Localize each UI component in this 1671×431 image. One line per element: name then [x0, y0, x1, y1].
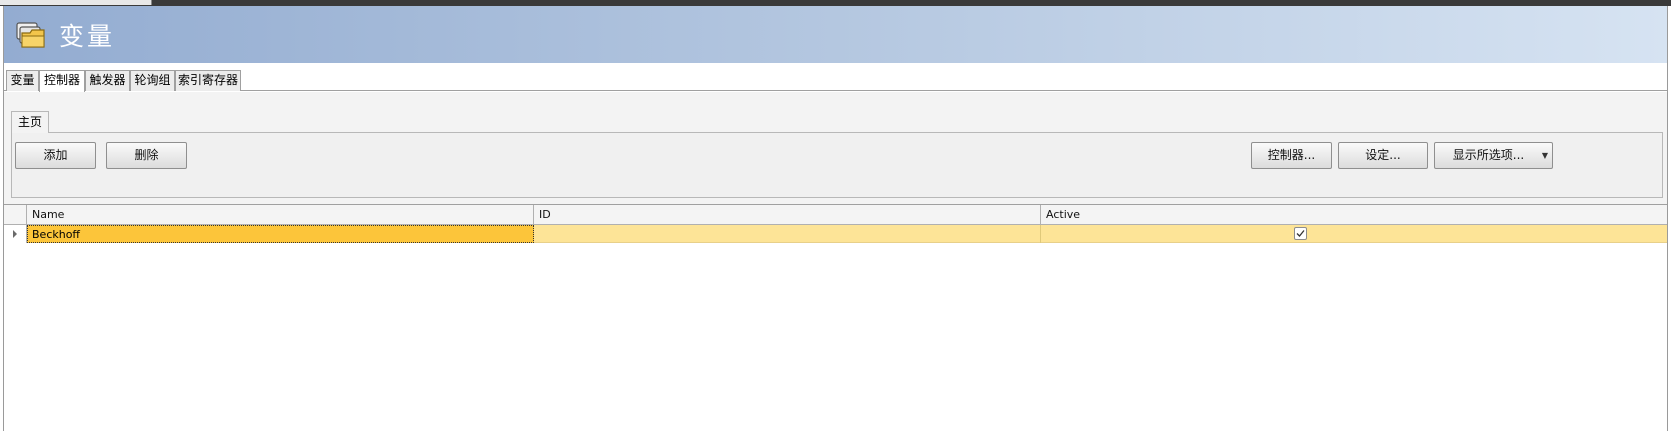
ribbon-tab-home[interactable]: 主页 [11, 111, 49, 133]
main-tab-bar: 变量 控制器 触发器 轮询组 索引寄存器 [4, 63, 1667, 92]
tab-index-registers[interactable]: 索引寄存器 [175, 70, 241, 91]
chevron-down-icon: ▼ [1541, 151, 1548, 160]
tab-polling-groups[interactable]: 轮询组 [130, 70, 175, 91]
variables-window: 变量 变量 控制器 触发器 轮询组 索引寄存器 主页 添加 删除 控制器... … [3, 6, 1668, 431]
ribbon-panel-home: 添加 删除 控制器... 设定... 显示所选项... ▼ [11, 132, 1663, 198]
controllers-grid: Name ID Active Beckhoff [4, 204, 1667, 431]
window-header: 变量 [4, 6, 1667, 63]
delete-button[interactable]: 删除 [106, 142, 187, 169]
column-header-name[interactable]: Name [27, 205, 534, 225]
row-header-corner [4, 205, 27, 225]
folder-stack-icon [16, 22, 45, 48]
row-selector[interactable] [4, 225, 27, 243]
controller-button[interactable]: 控制器... [1251, 142, 1332, 169]
cell-active[interactable] [1041, 225, 1667, 243]
column-header-id[interactable]: ID [534, 205, 1041, 225]
checkmark-icon [1296, 230, 1305, 237]
document-tab-stub[interactable] [0, 0, 152, 5]
cell-name[interactable]: Beckhoff [27, 225, 534, 243]
table-row[interactable]: Beckhoff [4, 225, 1667, 243]
ribbon: 主页 添加 删除 控制器... 设定... 显示所选项... ▼ [4, 92, 1667, 206]
tab-triggers[interactable]: 触发器 [85, 70, 130, 91]
column-header-active[interactable]: Active [1041, 205, 1667, 225]
cell-id[interactable] [534, 225, 1041, 243]
page-title: 变量 [59, 22, 116, 51]
show-selected-label: 显示所选项... [1452, 148, 1525, 162]
current-row-arrow-icon [13, 230, 17, 238]
tab-variables[interactable]: 变量 [6, 70, 39, 91]
show-selected-dropdown[interactable]: 显示所选项... ▼ [1434, 142, 1553, 169]
add-button[interactable]: 添加 [15, 142, 96, 169]
tab-controllers[interactable]: 控制器 [39, 70, 85, 92]
settings-button[interactable]: 设定... [1338, 142, 1428, 169]
grid-header: Name ID Active [4, 205, 1667, 225]
active-checkbox[interactable] [1294, 227, 1307, 240]
